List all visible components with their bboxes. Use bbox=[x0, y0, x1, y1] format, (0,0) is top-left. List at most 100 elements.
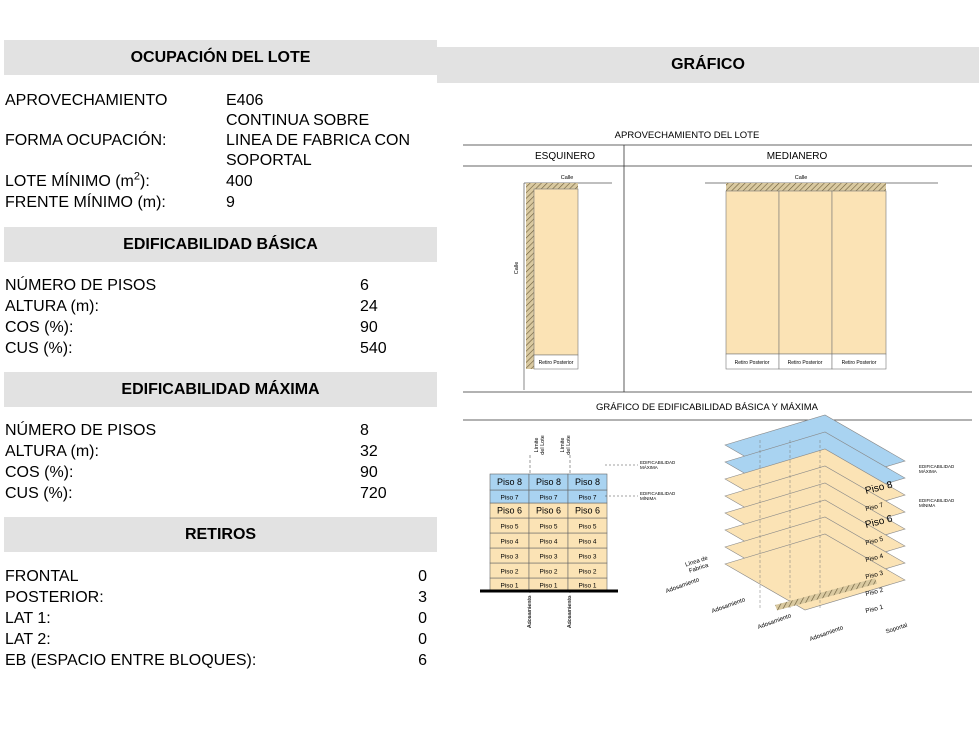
med-calle-label: Calle bbox=[795, 175, 808, 181]
esq-calle-side-label: Calle bbox=[514, 262, 520, 275]
esq-hatch-side bbox=[526, 183, 534, 369]
elevation-floors: Piso 1 Piso 1 Piso 1 Piso 2 Piso 2 Piso 2 Piso… bbox=[489, 473, 608, 592]
elevation-floor-label: Piso 4 bbox=[539, 539, 557, 546]
retiros-row-value: 3 bbox=[418, 589, 427, 606]
elevation-floor-label: Piso 8 bbox=[497, 477, 522, 487]
elevation-floor-label: Piso 4 bbox=[500, 539, 518, 546]
elev-adosamiento-2: Adosamiento bbox=[567, 596, 573, 628]
elev-adosamiento-1: Adosamiento bbox=[527, 596, 533, 628]
elevation-floor-cell bbox=[567, 489, 608, 504]
maxima-header: EDIFICABILIDAD MÁXIMA bbox=[4, 372, 437, 407]
aprovechamiento-row: APROVECHAMIENTO E406 bbox=[0, 91, 437, 111]
edif-title: GRÁFICO DE EDIFICABILIDAD BÁSICA Y MÁXIM… bbox=[596, 402, 819, 413]
elevation-floor-cell bbox=[567, 473, 608, 491]
basica-row: CUS (%): 540 bbox=[0, 339, 437, 359]
iso-adosamiento-1: Adosamiento bbox=[665, 577, 701, 595]
isometric-floor-label: Piso 2 bbox=[865, 587, 885, 598]
maxima-row-value: 720 bbox=[360, 485, 387, 502]
basica-row-value: 24 bbox=[360, 298, 378, 315]
retiros-row-label: EB (ESPACIO ENTRE BLOQUES): bbox=[5, 652, 257, 669]
elevation-floor-label: Piso 6 bbox=[497, 506, 522, 516]
basica-row: ALTURA (m): 24 bbox=[0, 297, 437, 317]
med-retiro-label-2: Retiro Posterior bbox=[788, 360, 823, 366]
retiros-row-label: LAT 2: bbox=[5, 631, 51, 648]
svg-text:Fabrica: Fabrica bbox=[688, 563, 710, 575]
forma-label: FORMA OCUPACIÓN: bbox=[5, 132, 167, 149]
elevation-floor-cell bbox=[567, 562, 608, 579]
med-retiro-1 bbox=[725, 353, 780, 370]
isometric-floor-label: Piso 3 bbox=[865, 570, 885, 581]
elevation-floor-cell bbox=[489, 473, 530, 491]
elevation-floor-cell bbox=[567, 532, 608, 549]
isometric-floor-slab bbox=[724, 431, 906, 509]
basica-row: NÚMERO DE PISOS 6 bbox=[0, 276, 437, 296]
iso-adosamiento-2: Adosamiento bbox=[711, 597, 747, 615]
elevation-floor-cell bbox=[489, 502, 530, 519]
iso-hatch-base bbox=[775, 578, 878, 611]
ocupacion-header: OCUPACIÓN DEL LOTE bbox=[4, 40, 437, 75]
forma-row: FORMA OCUPACIÓN: LINEA DE FABRICA CON bbox=[0, 131, 437, 151]
elevation-floor-label: Piso 2 bbox=[578, 569, 596, 576]
isometric-floor-slab bbox=[724, 482, 906, 560]
svg-text:del Lote: del Lote bbox=[566, 435, 572, 455]
forma-value-2: LINEA DE FABRICA CON bbox=[226, 132, 411, 149]
elevation-floor-label: Piso 7 bbox=[539, 495, 557, 502]
elevation-floor-cell bbox=[489, 547, 530, 564]
retiros-row-label: POSTERIOR: bbox=[5, 589, 104, 606]
elevation-floor-label: Piso 3 bbox=[539, 554, 557, 561]
retiros-row-value: 0 bbox=[418, 568, 427, 585]
elevation-floor-label: Piso 5 bbox=[539, 524, 557, 531]
isometric-floors: Piso 1Piso 2Piso 3Piso 4Piso 5Piso 6Piso… bbox=[724, 414, 906, 615]
retiros-row-value: 6 bbox=[418, 652, 427, 669]
elevation-floor-cell bbox=[489, 562, 530, 579]
col-medianero: MEDIANERO bbox=[767, 151, 828, 162]
isometric-floor-slab bbox=[724, 533, 906, 611]
retiros-row-label: FRONTAL bbox=[5, 568, 79, 585]
frente-row: FRENTE MÍNIMO (m): 9 bbox=[0, 193, 437, 213]
basica-row-value: 6 bbox=[360, 277, 369, 294]
elevation-floor-cell bbox=[567, 517, 608, 534]
med-retiro-2 bbox=[778, 353, 833, 370]
iso-soportal: Soportal bbox=[885, 623, 908, 636]
isometric-floor-slab bbox=[724, 516, 906, 594]
elevation-floor-cell bbox=[489, 489, 530, 504]
maxima-row-label: COS (%): bbox=[5, 464, 74, 481]
maxima-title: EDIFICABILIDAD MÁXIMA bbox=[121, 380, 320, 398]
isometric-floor-slab bbox=[724, 465, 906, 543]
isometric-floor-label: Piso 4 bbox=[865, 553, 885, 564]
elev-min-label-1: EDIFICABILIDAD bbox=[640, 491, 676, 496]
esq-calle-label: Calle bbox=[561, 175, 574, 181]
med-retiro-3 bbox=[831, 353, 887, 370]
basica-header: EDIFICABILIDAD BÁSICA bbox=[4, 227, 437, 262]
maxima-row: NÚMERO DE PISOS 8 bbox=[0, 421, 437, 441]
maxima-row-label: CUS (%): bbox=[5, 485, 73, 502]
elevation-floor-label: Piso 4 bbox=[578, 539, 596, 546]
retiros-row-label: LAT 1: bbox=[5, 610, 51, 627]
grafico-title: GRÁFICO bbox=[671, 56, 745, 73]
elevation-floor-label: Piso 7 bbox=[578, 495, 596, 502]
isometric-floor-label: Piso 8 bbox=[864, 479, 894, 497]
elevation-floor-cell bbox=[528, 547, 569, 564]
elevation-floor-cell bbox=[489, 517, 530, 534]
basica-row: COS (%): 90 bbox=[0, 318, 437, 338]
iso-min-label-1: EDIFICABILIDAD bbox=[919, 498, 955, 503]
med-retiro-label-1: Retiro Posterior bbox=[735, 360, 770, 366]
maxima-row: ALTURA (m): 32 bbox=[0, 442, 437, 462]
grafico-header: GRÁFICO bbox=[437, 47, 979, 83]
med-retiro-label-3: Retiro Posterior bbox=[842, 360, 877, 366]
esq-lot bbox=[533, 188, 579, 356]
forma-value-line-3: SOPORTAL bbox=[226, 151, 312, 171]
elev-max-label-1: EDIFICABILIDAD bbox=[640, 460, 676, 465]
elevation-floor-label: Piso 5 bbox=[500, 524, 518, 531]
isometric-floor-slab bbox=[724, 448, 906, 526]
svg-text:del Lote: del Lote bbox=[540, 435, 546, 455]
elevation-floor-label: Piso 2 bbox=[539, 569, 557, 576]
forma-value-line-1: CONTINUA SOBRE bbox=[226, 111, 369, 131]
maxima-row-label: ALTURA (m): bbox=[5, 443, 99, 460]
basica-row-value: 540 bbox=[360, 340, 387, 357]
retiros-row: FRONTAL 0 bbox=[0, 567, 437, 587]
retiros-row: LAT 2: 0 bbox=[0, 630, 437, 650]
elevation-floor-cell bbox=[528, 489, 569, 504]
aprovechamiento-value: E406 bbox=[226, 92, 264, 109]
elevation-floor-cell bbox=[528, 577, 569, 592]
